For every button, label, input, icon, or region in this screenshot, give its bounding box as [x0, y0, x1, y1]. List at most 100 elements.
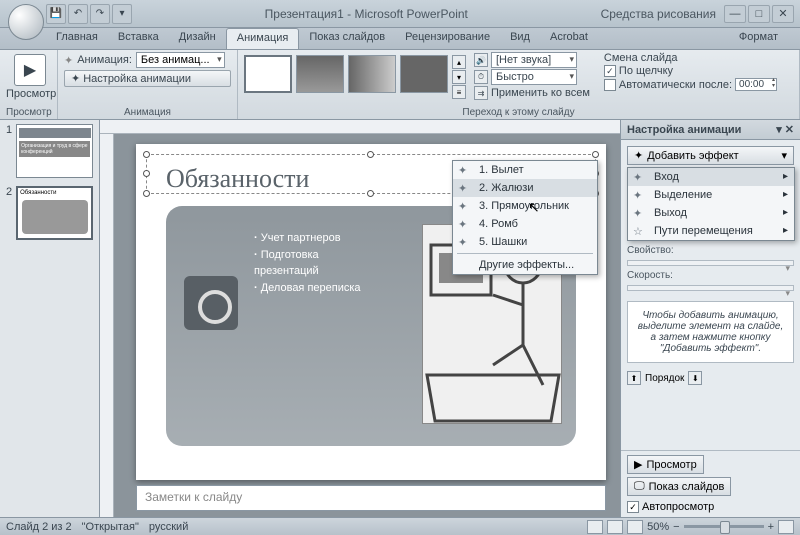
fit-window-icon[interactable] — [778, 520, 794, 534]
slideshow-button[interactable]: 🖵Показ слайдов — [627, 477, 731, 496]
add-effect-label: Добавить эффект — [647, 150, 738, 162]
preview-icon: ▶ — [14, 54, 46, 86]
taskpane-close-icon[interactable]: ✕ — [785, 123, 794, 136]
tab-format[interactable]: Формат — [729, 28, 788, 49]
auto-after-time[interactable]: 00:00 — [735, 78, 777, 91]
floppy-disk-icon — [184, 276, 238, 330]
zoom-slider[interactable] — [684, 525, 764, 528]
speed-icon: ⏱ — [474, 70, 488, 84]
star-icon: ✦ — [633, 189, 642, 202]
speed-combo[interactable]: Быстро — [491, 69, 577, 85]
bullet-list: Учет партнеров Подготовка презентаций Де… — [254, 230, 384, 296]
tab-slideshow[interactable]: Показ слайдов — [299, 28, 395, 49]
reorder-down-icon[interactable]: ⬇ — [688, 371, 702, 385]
effect-fly-in[interactable]: ✦1. Вылет — [453, 161, 597, 179]
gallery-up-icon[interactable]: ▴ — [452, 55, 466, 69]
minimize-icon[interactable]: — — [724, 5, 746, 23]
taskpane-dropdown-icon[interactable]: ▾ — [776, 123, 782, 136]
thumb-number: 2 — [6, 186, 12, 240]
close-icon[interactable]: ✕ — [772, 5, 794, 23]
slide-editor[interactable]: Обязанности Учет партнеров Подготовка пр… — [100, 120, 620, 517]
effect-entry[interactable]: ✦Вход — [628, 168, 794, 186]
quick-access-toolbar: 💾 ↶ ↷ ▾ — [46, 4, 132, 24]
apply-all-button[interactable]: Применить ко всем — [491, 87, 590, 99]
ruler-vertical — [100, 134, 114, 517]
speed-combo[interactable] — [627, 285, 794, 291]
tab-acrobat[interactable]: Acrobat — [540, 28, 598, 49]
more-effects[interactable]: Другие эффекты... — [453, 256, 597, 274]
add-effect-button[interactable]: ✦Добавить эффект ▾ — [627, 146, 794, 165]
star-icon: ✦ — [458, 236, 467, 249]
sound-combo[interactable]: [Нет звука] — [491, 52, 577, 68]
gear-star-icon: ✦ — [71, 72, 80, 85]
effect-submenu: ✦1. Вылет ✦2. Жалюзи ✦3. Прямоугольник ✦… — [452, 160, 598, 275]
tab-insert[interactable]: Вставка — [108, 28, 169, 49]
gallery-down-icon[interactable]: ▾ — [452, 70, 466, 84]
slide-counter: Слайд 2 из 2 — [6, 521, 72, 533]
ribbon-tabs: Главная Вставка Дизайн Анимация Показ сл… — [0, 28, 800, 50]
effect-checkerboard[interactable]: ✦5. Шашки — [453, 233, 597, 251]
thumb-title: Организация и труд в сфере конференций — [19, 141, 90, 157]
auto-after-checkbox[interactable] — [604, 79, 616, 91]
preview-button[interactable]: ▶ Просмотр — [6, 52, 54, 100]
slide-thumbnail-1[interactable]: Организация и труд в сфере конференций — [16, 124, 93, 178]
main-area: 1 Организация и труд в сфере конференций… — [0, 120, 800, 517]
property-combo[interactable] — [627, 260, 794, 266]
play-label: Просмотр — [646, 459, 696, 471]
tab-review[interactable]: Рецензирование — [395, 28, 500, 49]
reorder-up-icon[interactable]: ⬆ — [627, 371, 641, 385]
effect-motion-path[interactable]: ☆Пути перемещения — [628, 222, 794, 240]
office-button[interactable] — [8, 4, 44, 40]
transition-item[interactable] — [400, 55, 448, 93]
tab-view[interactable]: Вид — [500, 28, 540, 49]
slide-thumbnails-pane: 1 Организация и труд в сфере конференций… — [0, 120, 100, 517]
notes-pane[interactable]: Заметки к слайду — [136, 485, 606, 511]
slideshow-label: Показ слайдов — [649, 481, 725, 493]
star-icon: ☆ — [633, 225, 643, 238]
on-click-checkbox[interactable]: ✓ — [604, 65, 616, 77]
contextual-tab-label: Средства рисования — [601, 7, 724, 21]
speed-label: Скорость: — [627, 270, 794, 281]
restore-icon[interactable]: □ — [748, 5, 770, 23]
bullet-item: Деловая переписка — [254, 280, 364, 297]
play-button[interactable]: ▶Просмотр — [627, 455, 704, 474]
language-indicator[interactable]: русский — [149, 521, 188, 533]
star-icon: ✦ — [64, 54, 73, 67]
autopreview-checkbox[interactable]: ✓ — [627, 501, 639, 513]
bullet-item: Учет партнеров — [254, 230, 384, 247]
property-label: Свойство: — [627, 245, 794, 256]
transition-item[interactable] — [296, 55, 344, 93]
custom-animation-button[interactable]: ✦ Настройка анимации — [64, 70, 231, 87]
tab-design[interactable]: Дизайн — [169, 28, 226, 49]
undo-icon[interactable]: ↶ — [68, 4, 88, 24]
effect-blinds[interactable]: ✦2. Жалюзи — [453, 179, 597, 197]
slide-title-text[interactable]: Обязанности — [166, 164, 309, 194]
zoom-out-icon[interactable]: − — [673, 521, 679, 533]
transition-gallery[interactable]: ▴▾≡ — [244, 52, 466, 102]
advance-slide-label: Смена слайда — [604, 52, 777, 64]
tab-home[interactable]: Главная — [46, 28, 108, 49]
save-icon[interactable]: 💾 — [46, 4, 66, 24]
group-transition-label: Переход к этому слайду — [244, 107, 793, 118]
zoom-level[interactable]: 50% — [647, 521, 669, 533]
effect-emphasis[interactable]: ✦Выделение — [628, 186, 794, 204]
preview-label: Просмотр — [6, 88, 54, 100]
star-icon: ✦ — [633, 207, 642, 220]
slideshow-view-icon[interactable] — [627, 520, 643, 534]
effect-exit[interactable]: ✦Выход — [628, 204, 794, 222]
hint-text: Чтобы добавить анимацию, выделите элемен… — [627, 301, 794, 363]
effect-diamond[interactable]: ✦4. Ромб — [453, 215, 597, 233]
sorter-view-icon[interactable] — [607, 520, 623, 534]
qat-dropdown-icon[interactable]: ▾ — [112, 4, 132, 24]
slide-thumbnail-2[interactable]: Обязанности — [16, 186, 93, 240]
transition-item[interactable] — [348, 55, 396, 93]
effect-box[interactable]: ✦3. Прямоугольник — [453, 197, 597, 215]
zoom-in-icon[interactable]: + — [768, 521, 774, 533]
group-animation-label: Анимация — [64, 107, 231, 118]
tab-animation[interactable]: Анимация — [226, 28, 300, 49]
redo-icon[interactable]: ↷ — [90, 4, 110, 24]
gallery-more-icon[interactable]: ≡ — [452, 85, 466, 99]
transition-none[interactable] — [244, 55, 292, 93]
animation-combo[interactable]: Без анимац... — [136, 52, 225, 68]
normal-view-icon[interactable] — [587, 520, 603, 534]
